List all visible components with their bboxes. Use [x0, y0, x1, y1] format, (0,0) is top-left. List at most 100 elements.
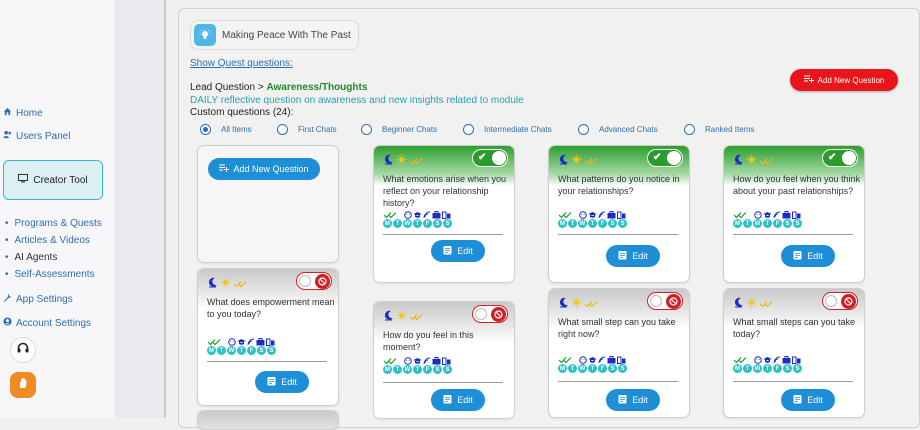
edit-label: Edit [807, 395, 823, 405]
ban-icon [841, 294, 856, 309]
day-chip: S [257, 346, 266, 355]
day-chip: S [433, 365, 442, 374]
nav-app-settings[interactable]: App Settings [3, 293, 73, 305]
nav-account-settings[interactable]: Account Settings [3, 317, 91, 329]
active-toggle[interactable] [472, 305, 508, 323]
lightbulb-icon [194, 24, 216, 46]
day-chip: F [247, 346, 256, 355]
ban-icon [491, 307, 506, 322]
nav-users-panel[interactable]: Users Panel [3, 130, 70, 142]
day-chips: MTWTFSS [383, 365, 452, 374]
edit-label: Edit [457, 395, 473, 405]
edit-button[interactable]: Edit [431, 240, 485, 262]
day-chip: T [588, 364, 597, 373]
wrench-icon [3, 293, 12, 305]
day-chip: S [443, 219, 452, 228]
day-chips: MTWTFSS [733, 219, 802, 228]
active-toggle[interactable]: ✔ [472, 149, 508, 167]
filter-label: Advanced Chats [599, 125, 658, 134]
check-icon: ✔ [653, 152, 662, 163]
edit-button[interactable]: Edit [606, 389, 660, 411]
day-chip: S [793, 219, 802, 228]
pencil-icon [793, 394, 802, 406]
nav-programs-quests[interactable]: Programs & Quests [5, 218, 102, 229]
add-new-question-label: Add New Question [233, 164, 309, 174]
question-text: How do you feel in this moment? [383, 330, 474, 352]
edit-button[interactable]: Edit [781, 389, 835, 411]
radio-all-items[interactable] [200, 124, 211, 135]
filter-intermediate-chats[interactable]: Intermediate Chats [463, 124, 552, 135]
double-check-icon [584, 152, 598, 170]
toggle-knob [825, 295, 837, 307]
active-toggle[interactable]: ✔ [822, 149, 858, 167]
card-divider [733, 381, 853, 382]
help-hand-button[interactable] [10, 372, 36, 398]
feature-icons [754, 356, 801, 364]
radio-ranked-items[interactable] [684, 124, 695, 135]
question-card: ✔ What emotions arise when you reflect on… [373, 145, 515, 283]
question-text: What does empowerment mean to you today? [207, 297, 335, 319]
day-chip: M [558, 364, 567, 373]
day-chip: T [393, 365, 402, 374]
filter-ranked-items[interactable]: Ranked Items [684, 124, 754, 135]
add-new-question-top-button[interactable]: Add New Question [790, 69, 898, 91]
active-toggle[interactable] [296, 272, 332, 290]
radio-first-chats[interactable] [277, 124, 288, 135]
pencil-icon [618, 250, 627, 262]
edit-button[interactable]: Edit [255, 371, 309, 393]
filter-all-items[interactable]: All Items [200, 124, 252, 135]
edit-button[interactable]: Edit [781, 245, 835, 267]
support-button[interactable] [10, 337, 36, 363]
radio-beginner-chats[interactable] [361, 124, 372, 135]
nav-home[interactable]: Home [3, 107, 43, 119]
edit-button[interactable]: Edit [431, 389, 485, 411]
question-card: ✔ How do you feel when you think about yo… [723, 145, 865, 283]
show-quest-questions-link[interactable]: Show Quest questions: [190, 58, 293, 69]
day-chip: S [793, 364, 802, 373]
user-circle-icon [3, 317, 12, 329]
day-chip: F [773, 364, 782, 373]
day-chips: MTWTFSS [558, 219, 627, 228]
card-header [198, 411, 338, 429]
nav-self-assessments[interactable]: Self-Assessments [5, 269, 95, 280]
custom-questions-count: Custom questions (24): [190, 107, 294, 118]
filter-radio-group: All Items First Chats Beginner Chats Int… [200, 124, 920, 138]
day-chip: T [743, 364, 752, 373]
feature-icons [404, 357, 451, 365]
edit-label: Edit [281, 377, 297, 387]
radio-advanced-chats[interactable] [578, 124, 589, 135]
daily-description: DAILY reflective question on awareness a… [190, 95, 524, 106]
toggle-knob [650, 295, 662, 307]
question-card: What small steps can you take today? M T W T… [723, 288, 865, 418]
sun-icon [746, 295, 757, 313]
edit-button[interactable]: Edit [606, 245, 660, 267]
day-chip: T [413, 219, 422, 228]
creator-tool-button[interactable]: Creator Tool [3, 160, 103, 200]
filter-beginner-chats[interactable]: Beginner Chats [361, 124, 437, 135]
nav-app-settings-label: App Settings [16, 293, 73, 305]
day-chip: F [773, 219, 782, 228]
active-toggle[interactable]: ✔ [647, 149, 683, 167]
nav-ai-agents[interactable]: AI Agents [5, 252, 58, 263]
add-new-question-top-label: Add New Question [817, 75, 885, 85]
filter-first-chats[interactable]: First Chats [277, 124, 337, 135]
day-chip: W [403, 219, 412, 228]
edit-label: Edit [632, 251, 648, 261]
ban-icon [666, 294, 681, 309]
question-text: What emotions arise when you reflect on … [383, 174, 507, 208]
sidebar-gutter [114, 0, 166, 418]
double-check-icon [233, 275, 247, 293]
filter-advanced-chats[interactable]: Advanced Chats [578, 124, 658, 135]
active-toggle[interactable] [647, 292, 683, 310]
sun-icon [571, 152, 582, 170]
active-toggle[interactable] [822, 292, 858, 310]
moon-icon [207, 275, 218, 293]
day-chip: M [383, 365, 392, 374]
nav-articles-videos[interactable]: Articles & Videos [5, 235, 90, 246]
feature-icons [404, 211, 451, 219]
card-divider [558, 381, 678, 382]
question-text: What small steps can you take today? [733, 317, 856, 339]
add-new-question-button[interactable]: Add New Question [208, 158, 320, 180]
day-chip: S [443, 365, 452, 374]
radio-intermediate-chats[interactable] [463, 124, 474, 135]
